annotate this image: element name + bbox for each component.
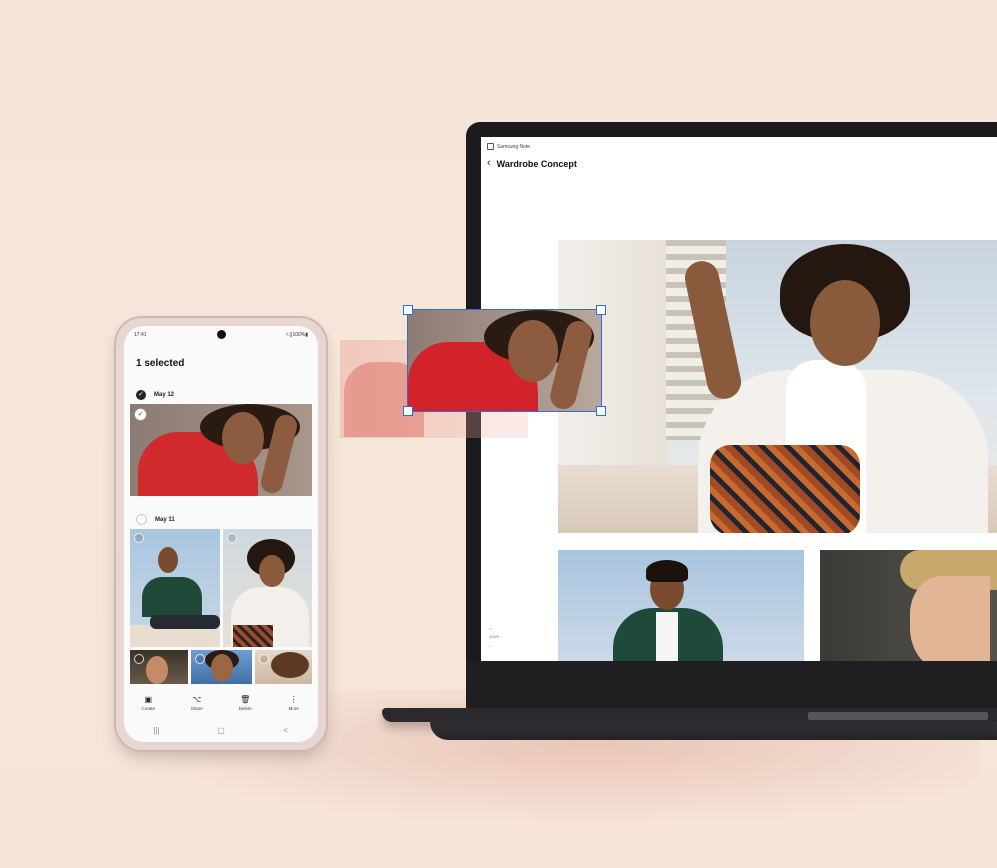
select-circle-icon[interactable] xyxy=(195,654,205,664)
selection-title: 1 selected xyxy=(136,358,185,369)
dragged-photo[interactable] xyxy=(407,309,602,412)
gallery-photo-selected[interactable]: ✓ xyxy=(130,404,312,496)
zoom-controls: + 100% – xyxy=(489,625,499,649)
recents-icon[interactable]: ||| xyxy=(136,726,176,735)
laptop-base-lip xyxy=(430,722,997,740)
app-title-bar: Samsung Note xyxy=(487,143,530,150)
resize-handle-bottom-left[interactable] xyxy=(403,406,413,416)
select-circle-icon[interactable] xyxy=(134,654,144,664)
gallery-photo[interactable] xyxy=(255,650,312,684)
app-name: Samsung Note xyxy=(497,143,531,150)
laptop-chin xyxy=(466,661,997,712)
group-check-icon[interactable]: ✓ xyxy=(136,390,146,400)
phone-screen: 17:41 ≈.∥100%▮ 1 selected ✓ May 12 ✓ May… xyxy=(124,326,318,742)
zoom-level: 100% xyxy=(489,634,500,639)
selection-action-bar: ▣ Create ⌥ Share 🗑 Delete ⋮ More xyxy=(124,688,318,718)
create-button[interactable]: ▣ Create xyxy=(128,695,168,711)
share-button[interactable]: ⌥ Share xyxy=(177,695,217,711)
share-icon: ⌥ xyxy=(192,695,202,704)
system-nav-bar: ||| ▢ < xyxy=(124,722,318,738)
resize-handle-top-left[interactable] xyxy=(403,305,413,315)
back-icon[interactable]: < xyxy=(266,726,306,735)
create-icon: ▣ xyxy=(144,695,153,704)
gallery-photo[interactable] xyxy=(191,650,252,684)
date-group-header[interactable]: May 11 xyxy=(136,514,175,525)
date-group-header[interactable]: ✓ May 12 xyxy=(136,390,174,400)
date-label: May 12 xyxy=(154,392,175,398)
zoom-out-icon[interactable]: – xyxy=(489,641,499,649)
note-photo-blond-man[interactable] xyxy=(820,550,997,661)
gallery-photo[interactable] xyxy=(223,529,312,647)
delete-icon: 🗑 xyxy=(240,695,251,704)
home-icon[interactable]: ▢ xyxy=(201,726,241,735)
note-photo-man-green-jacket[interactable] xyxy=(558,550,804,661)
group-check-icon[interactable] xyxy=(136,514,147,525)
gallery-photo[interactable] xyxy=(130,650,188,684)
gallery-photo[interactable] xyxy=(130,529,220,647)
note-hero-photo[interactable] xyxy=(558,240,997,533)
back-icon[interactable]: ‹ xyxy=(487,158,491,169)
resize-handle-top-right[interactable] xyxy=(596,305,606,315)
status-time: 17:41 xyxy=(134,332,147,338)
status-indicators: ≈.∥100%▮ xyxy=(285,332,308,338)
note-header: ‹ Wardrobe Concept xyxy=(487,158,577,169)
date-label: May 11 xyxy=(155,516,175,523)
phone: 17:41 ≈.∥100%▮ 1 selected ✓ May 12 ✓ May… xyxy=(116,318,326,750)
more-icon: ⋮ xyxy=(289,695,298,704)
note-title: Wardrobe Concept xyxy=(496,158,577,169)
zoom-in-icon[interactable]: + xyxy=(489,625,499,633)
more-button[interactable]: ⋮ More xyxy=(274,695,314,711)
select-circle-icon[interactable] xyxy=(259,654,269,664)
select-circle-icon[interactable] xyxy=(134,533,144,543)
laptop-hinge xyxy=(808,712,988,720)
front-camera xyxy=(217,330,226,339)
resize-handle-bottom-right[interactable] xyxy=(596,406,606,416)
selected-check-icon[interactable]: ✓ xyxy=(134,408,147,421)
delete-button[interactable]: 🗑 Delete xyxy=(225,695,265,711)
select-circle-icon[interactable] xyxy=(227,533,237,543)
app-icon xyxy=(487,143,494,150)
